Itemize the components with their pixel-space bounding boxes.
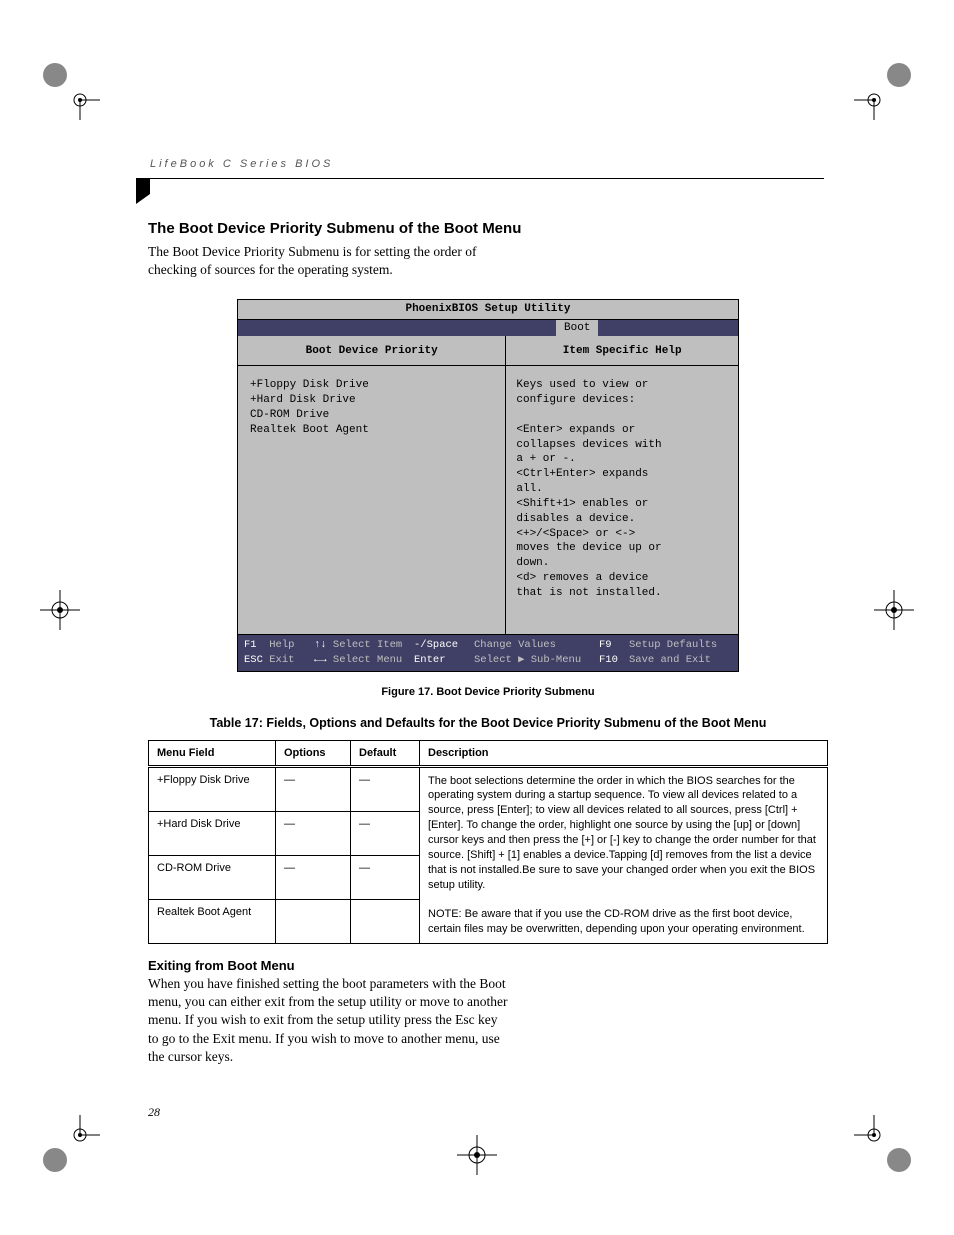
exit-body: When you have finished setting the boot … xyxy=(148,975,508,1066)
running-header: LifeBook C Series BIOS xyxy=(150,158,333,170)
bios-window: PhoenixBIOS Setup Utility Boot Boot Devi… xyxy=(237,299,739,671)
bios-title: PhoenixBIOS Setup Utility xyxy=(238,300,738,320)
options-table: Menu Field Options Default Description +… xyxy=(148,740,828,944)
boot-item[interactable]: +Hard Disk Drive xyxy=(250,393,493,408)
exit-title: Exiting from Boot Menu xyxy=(148,958,828,973)
table-header-row: Menu Field Options Default Description xyxy=(149,740,828,766)
boot-item[interactable]: Realtek Boot Agent xyxy=(250,423,493,438)
page-number: 28 xyxy=(148,1105,160,1120)
section-intro: The Boot Device Priority Submenu is for … xyxy=(148,243,508,279)
section-title: The Boot Device Priority Submenu of the … xyxy=(148,220,828,237)
table-title: Table 17: Fields, Options and Defaults f… xyxy=(148,716,828,730)
bios-tab-boot[interactable]: Boot xyxy=(556,320,598,337)
crop-mark-icon xyxy=(40,1115,100,1175)
bios-help-text: Keys used to view or configure devices: … xyxy=(516,378,728,601)
crop-mark-icon xyxy=(854,1115,914,1175)
bios-help-title: Item Specific Help xyxy=(506,336,738,366)
header-tab-icon xyxy=(136,178,150,209)
crop-mark-icon xyxy=(447,1125,507,1185)
bios-boot-items[interactable]: +Floppy Disk Drive +Hard Disk Drive CD-R… xyxy=(250,378,493,437)
crop-mark-icon xyxy=(854,60,914,120)
header-rule xyxy=(148,178,824,179)
crop-mark-icon xyxy=(40,60,100,120)
crop-mark-icon xyxy=(864,580,924,640)
boot-item[interactable]: +Floppy Disk Drive xyxy=(250,378,493,393)
bios-footer: F1 Help ↑↓ Select Item -/Space Change Va… xyxy=(238,635,738,670)
crop-mark-icon xyxy=(30,580,90,640)
bios-left-title: Boot Device Priority xyxy=(238,336,505,366)
bios-tab-bar: Boot xyxy=(238,320,738,336)
table-description: The boot selections determine the order … xyxy=(420,766,828,943)
table-row: +Floppy Disk Drive — — The boot selectio… xyxy=(149,766,828,812)
figure-caption: Figure 17. Boot Device Priority Submenu xyxy=(148,686,828,698)
boot-item[interactable]: CD-ROM Drive xyxy=(250,408,493,423)
